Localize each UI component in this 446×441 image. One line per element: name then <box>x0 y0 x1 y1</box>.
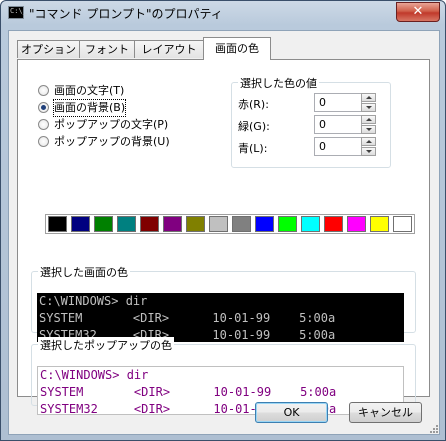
dialog-client-area: オプション フォント レイアウト 画面の色 画面の文字(T) 画面の背景(B) … <box>8 30 440 435</box>
tab-font[interactable]: フォント <box>79 40 135 58</box>
color-swatch[interactable] <box>71 216 90 232</box>
ok-button[interactable]: OK <box>255 402 328 423</box>
radio-label: 画面の背景(B) <box>52 99 127 117</box>
radio-selected-dot <box>41 105 46 110</box>
color-palette <box>45 214 415 234</box>
color-swatch[interactable] <box>163 216 182 232</box>
color-swatch[interactable] <box>278 216 297 232</box>
window-title: "コマンド プロンプト"のプロパティ <box>29 7 223 21</box>
red-spin-buttons <box>361 93 377 112</box>
color-swatch[interactable] <box>301 216 320 232</box>
group-title: 選択した画面の色 <box>38 264 130 280</box>
spin-down-arrow-icon[interactable] <box>361 147 376 156</box>
radio-label: ポップアップの文字(P) <box>54 118 169 131</box>
color-swatch[interactable] <box>48 216 67 232</box>
color-swatch[interactable] <box>393 216 412 232</box>
radio-button[interactable] <box>38 119 49 130</box>
spin-up-arrow-icon[interactable] <box>361 93 376 102</box>
preview-line: C:\WINDOWS> dir <box>39 294 148 308</box>
color-swatch[interactable] <box>347 216 366 232</box>
green-spin-buttons <box>361 115 377 134</box>
red-label: 赤(R): <box>238 98 269 111</box>
color-swatch[interactable] <box>186 216 205 232</box>
radio-label: ポップアップの背景(U) <box>54 135 170 148</box>
red-value-input[interactable]: 0 <box>314 93 362 112</box>
console-app-icon[interactable]: C:\_ <box>8 6 27 19</box>
tab-panel-screen-colors: 画面の文字(T) 画面の背景(B) ポップアップの文字(P) ポップアップの背景… <box>17 59 430 415</box>
close-button[interactable]: ✕ <box>396 2 440 22</box>
radio-button[interactable] <box>38 136 49 147</box>
color-swatch[interactable] <box>255 216 274 232</box>
color-swatch[interactable] <box>117 216 136 232</box>
radio-button[interactable] <box>38 102 49 113</box>
radio-button[interactable] <box>38 85 49 96</box>
preview-line: C:\WINDOWS> dir <box>40 368 149 382</box>
properties-window: C:\_ "コマンド プロンプト"のプロパティ ✕ オプション フォント レイア… <box>0 0 446 441</box>
color-swatch[interactable] <box>324 216 343 232</box>
tab-screen-colors[interactable]: 画面の色 <box>203 37 271 60</box>
radio-label: 画面の文字(T) <box>54 84 125 97</box>
spin-up-arrow-icon[interactable] <box>361 137 376 146</box>
cancel-button[interactable]: キャンセル <box>349 402 422 423</box>
spin-up-arrow-icon[interactable] <box>361 115 376 124</box>
screen-color-preview-group: 選択した画面の色 C:\WINDOWS> dir SYSTEM <DIR> 10-… <box>31 264 416 342</box>
screen-color-preview: C:\WINDOWS> dir SYSTEM <DIR> 10-01-99 5:0… <box>37 293 404 342</box>
preview-line: SYSTEM <DIR> 10-01-99 5:00a <box>40 385 337 399</box>
green-value-input[interactable]: 0 <box>314 115 362 134</box>
group-title: 選択した色の値 <box>238 75 319 91</box>
color-swatch[interactable] <box>140 216 159 232</box>
tab-options[interactable]: オプション <box>17 40 80 58</box>
color-swatch[interactable] <box>94 216 113 232</box>
blue-spin-buttons <box>361 137 377 156</box>
popup-color-preview-group: 選択したポップアップの色 C:\WINDOWS> dir SYSTEM <DIR>… <box>31 337 416 415</box>
spin-down-arrow-icon[interactable] <box>361 103 376 112</box>
blue-value-input[interactable]: 0 <box>314 137 362 156</box>
close-icon: ✕ <box>412 4 424 19</box>
resize-grip-icon[interactable] <box>428 423 438 433</box>
color-swatch[interactable] <box>209 216 228 232</box>
selected-color-values-group: 選択した色の値 赤(R): 0 緑(G): 0 青(L): 0 <box>231 75 391 168</box>
tab-layout[interactable]: レイアウト <box>134 40 204 58</box>
color-swatch[interactable] <box>370 216 389 232</box>
color-swatch[interactable] <box>232 216 251 232</box>
spin-down-arrow-icon[interactable] <box>361 125 376 134</box>
green-label: 緑(G): <box>238 120 270 133</box>
title-bar[interactable]: C:\_ "コマンド プロンプト"のプロパティ ✕ <box>1 1 445 25</box>
preview-line: SYSTEM <DIR> 10-01-99 5:00a <box>39 311 336 325</box>
group-title: 選択したポップアップの色 <box>38 337 174 353</box>
blue-label: 青(L): <box>238 142 268 155</box>
